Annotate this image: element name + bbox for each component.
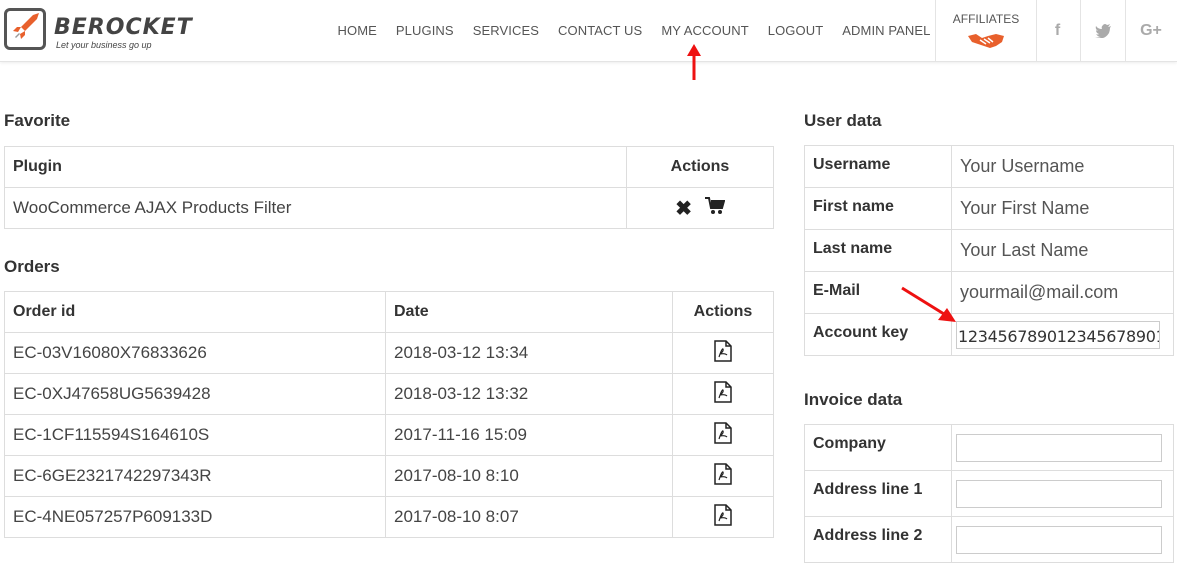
username-value: Your Username — [951, 145, 1174, 188]
col-actions: Actions — [626, 146, 774, 188]
order-date: 2018-03-12 13:32 — [385, 373, 673, 415]
address-line-1-label: Address line 1 — [804, 470, 952, 517]
google-plus-icon[interactable]: G+ — [1125, 0, 1177, 61]
table-row: EC-4NE057257P609133D 2017-08-10 8:07 — [4, 496, 774, 538]
user-data-table: Username Your Username First name Your F… — [804, 145, 1174, 356]
table-row: Last name Your Last Name — [804, 229, 1174, 272]
plugin-name: WooCommerce AJAX Products Filter — [4, 187, 627, 229]
order-id: EC-0XJ47658UG5639428 — [4, 373, 386, 415]
table-row: First name Your First Name — [804, 187, 1174, 230]
table-row: EC-03V16080X76833626 2018-03-12 13:34 — [4, 332, 774, 374]
brand-tagline: Let your business go up — [56, 40, 152, 50]
twitter-icon[interactable] — [1080, 0, 1126, 61]
order-id: EC-03V16080X76833626 — [4, 332, 386, 374]
brand-logo[interactable]: BEROCKET Let your business go up — [4, 6, 194, 54]
address-line-2-input[interactable] — [956, 525, 1162, 554]
table-header-row: Plugin Actions — [4, 146, 774, 188]
order-date: 2018-03-12 13:34 — [385, 332, 673, 374]
affiliates-label: AFFILIATES — [952, 12, 1020, 26]
col-plugin: Plugin — [4, 146, 627, 188]
nav-services[interactable]: SERVICES — [463, 23, 548, 38]
order-id: EC-6GE2321742297343R — [4, 455, 386, 497]
brand-name: BEROCKET — [54, 15, 193, 40]
nav-plugins[interactable]: PLUGINS — [386, 23, 463, 38]
table-row: Account key 123456789012345678901 — [804, 313, 1174, 356]
remove-icon[interactable]: ✖ — [675, 198, 692, 220]
annotation-arrow-diagonal — [901, 286, 956, 322]
first-name-label: First name — [804, 187, 952, 230]
table-row: Address line 1 — [804, 470, 1174, 517]
order-date: 2017-08-10 8:10 — [385, 455, 673, 497]
facebook-icon[interactable]: f — [1035, 0, 1081, 61]
company-input[interactable] — [956, 433, 1162, 462]
address-line-1-input[interactable] — [956, 479, 1162, 508]
account-key-field[interactable]: 123456789012345678901 — [956, 320, 1160, 349]
address-line-2-label: Address line 2 — [804, 516, 952, 563]
nav-my-account[interactable]: MY ACCOUNT — [652, 23, 758, 38]
order-date: 2017-11-16 15:09 — [385, 414, 673, 456]
cart-icon[interactable] — [704, 196, 726, 215]
nav-home[interactable]: HOME — [328, 23, 386, 38]
table-header-row: Order id Date Actions — [4, 291, 774, 333]
last-name-value: Your Last Name — [951, 229, 1174, 272]
favorite-actions: ✖ — [626, 187, 774, 229]
affiliates-link[interactable]: AFFILIATES — [935, 0, 1037, 61]
main-nav: HOME PLUGINS SERVICES CONTACT US MY ACCO… — [328, 0, 940, 61]
user-data-title: User data — [804, 111, 882, 130]
company-label: Company — [804, 424, 952, 471]
table-row: EC-6GE2321742297343R 2017-08-10 8:10 — [4, 455, 774, 497]
site-header: BEROCKET Let your business go up HOME PL… — [0, 0, 1177, 62]
order-id: EC-4NE057257P609133D — [4, 496, 386, 538]
email-value: yourmail@mail.com — [951, 271, 1174, 314]
favorite-table: Plugin Actions WooCommerce AJAX Products… — [4, 146, 774, 229]
table-row: Username Your Username — [804, 145, 1174, 188]
invoice-data-table: Company Address line 1 Address line 2 — [804, 424, 1174, 563]
rocket-logo-icon — [4, 8, 46, 50]
table-row: EC-0XJ47658UG5639428 2018-03-12 13:32 — [4, 373, 774, 415]
col-order-id: Order id — [4, 291, 386, 333]
username-label: Username — [804, 145, 952, 188]
table-row: WooCommerce AJAX Products Filter ✖ — [4, 187, 774, 229]
nav-admin-panel[interactable]: ADMIN PANEL — [833, 23, 940, 38]
orders-title: Orders — [4, 257, 60, 276]
last-name-label: Last name — [804, 229, 952, 272]
col-date: Date — [385, 291, 673, 333]
invoice-data-title: Invoice data — [804, 390, 903, 409]
pdf-icon[interactable] — [714, 339, 732, 362]
nav-contact-us[interactable]: CONTACT US — [549, 23, 652, 38]
order-date: 2017-08-10 8:07 — [385, 496, 673, 538]
annotation-arrow-up — [687, 44, 701, 80]
nav-logout[interactable]: LOGOUT — [758, 23, 833, 38]
pdf-icon[interactable] — [714, 421, 732, 444]
pdf-icon[interactable] — [714, 462, 732, 485]
pdf-icon[interactable] — [714, 503, 732, 526]
col-actions: Actions — [672, 291, 774, 333]
first-name-value: Your First Name — [951, 187, 1174, 230]
table-row: EC-1CF115594S164610S 2017-11-16 15:09 — [4, 414, 774, 456]
order-id: EC-1CF115594S164610S — [4, 414, 386, 456]
handshake-icon — [968, 34, 1004, 48]
orders-table: Order id Date Actions EC-03V16080X768336… — [4, 291, 774, 538]
pdf-icon[interactable] — [714, 380, 732, 403]
table-row: Address line 2 — [804, 516, 1174, 563]
table-row: Company — [804, 424, 1174, 471]
favorite-title: Favorite — [4, 111, 71, 130]
table-row: E-Mail yourmail@mail.com — [804, 271, 1174, 314]
